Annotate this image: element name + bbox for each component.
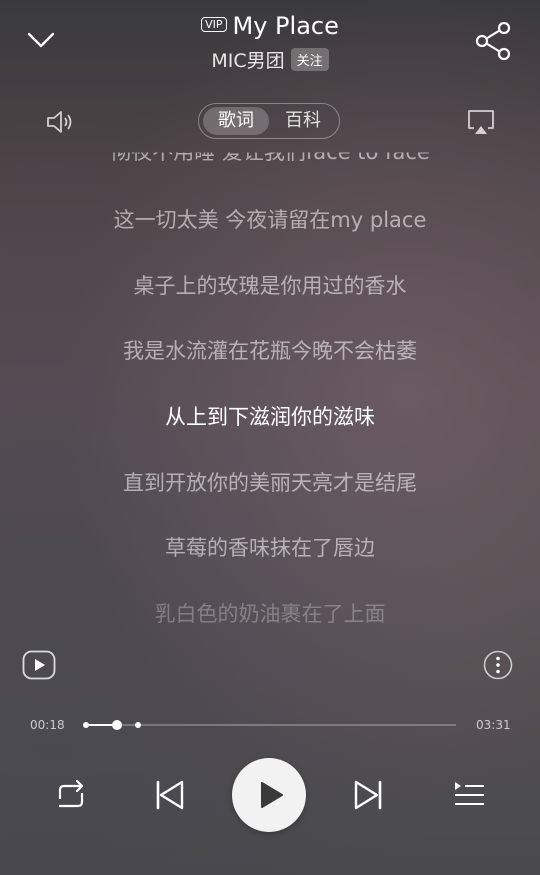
artist-row: MIC男团 关注 <box>0 46 540 73</box>
cast-icon[interactable] <box>466 108 496 136</box>
artist-name[interactable]: MIC男团 <box>211 50 284 72</box>
lyric-line: 这一切太美 今夜请留在my place <box>113 208 427 232</box>
lyric-line: 彻夜不用睡 爱让我们face to face <box>110 140 430 165</box>
progress-marker <box>135 722 141 728</box>
progress-marker <box>83 722 89 728</box>
vip-badge: VIP <box>201 17 227 32</box>
progress-thumb[interactable] <box>112 720 123 730</box>
playlist-icon[interactable] <box>446 772 492 818</box>
volume-icon[interactable] <box>44 106 76 138</box>
lyric-line: 我是水流灌在花瓶今晚不会枯萎 <box>123 339 417 363</box>
video-play-icon[interactable] <box>22 650 56 680</box>
player-header: VIP My Place MIC男团 关注 <box>0 0 540 80</box>
tab-wiki[interactable]: 百科 <box>271 107 335 135</box>
progress-bar[interactable] <box>83 720 456 730</box>
play-button[interactable] <box>232 758 306 832</box>
lyric-line: 桌子上的玫瑰是你用过的香水 <box>133 274 407 298</box>
lyric-line: 乳白色的奶油裹在了上面 <box>154 602 386 626</box>
skip-next-icon[interactable] <box>346 772 392 818</box>
share-icon[interactable] <box>474 20 516 62</box>
lyric-line: 草莓的香味抹在了唇边 <box>165 536 375 560</box>
lyric-line-current: 从上到下滋润你的滋味 <box>165 405 375 429</box>
song-title-row: VIP My Place <box>0 12 540 40</box>
lyric-line: 直到开放你的美丽天亮才是结尾 <box>123 471 417 495</box>
duration-time: 03:31 <box>476 718 511 732</box>
skip-previous-icon[interactable] <box>146 772 192 818</box>
lyrics-wiki-toggle: 歌词 百科 <box>198 103 340 139</box>
elapsed-time: 00:18 <box>30 718 65 732</box>
song-title: My Place <box>232 12 339 40</box>
more-vertical-icon[interactable] <box>483 650 513 680</box>
tab-lyrics[interactable]: 歌词 <box>203 107 269 135</box>
follow-button[interactable]: 关注 <box>290 48 329 71</box>
repeat-icon[interactable] <box>48 772 94 818</box>
play-icon <box>261 782 283 808</box>
